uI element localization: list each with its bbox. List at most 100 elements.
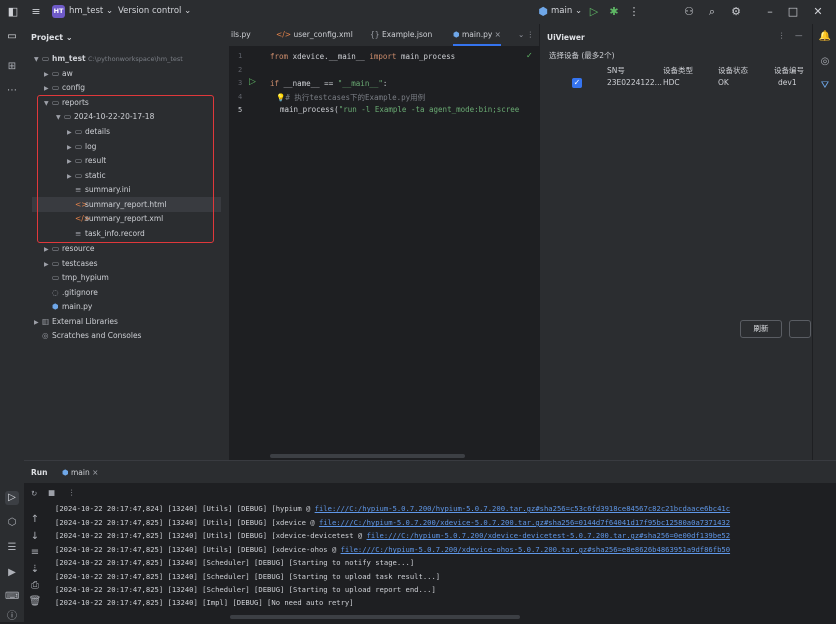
project-switcher[interactable]: hm_test ⌄ <box>69 6 113 16</box>
tab-example-json[interactable]: {} Example.json <box>370 24 432 46</box>
maximize-icon[interactable]: □ <box>786 5 800 19</box>
tree-item-external-libraries[interactable]: ▶ ▥ External Libraries <box>34 315 118 329</box>
tree-item-resource[interactable]: ▶ ▭ resource <box>44 242 94 256</box>
rerun-icon[interactable]: ↻ <box>31 489 37 498</box>
right-tool-strip: 🔔 ◎ ⛛ <box>812 24 836 460</box>
more-icon[interactable]: ⋮ <box>627 5 641 19</box>
add-user-icon[interactable]: ⚇ <box>682 5 696 19</box>
device-number: dev1 <box>778 78 797 87</box>
scroll-down-icon[interactable]: ↓ <box>28 530 42 544</box>
line-number: 4 <box>238 93 243 101</box>
project-folder-icon[interactable]: ▭ <box>5 30 19 44</box>
log-line-3: [2024-10-22 20:17:47,825] [13240] [Utils… <box>55 531 731 540</box>
device-type: HDC <box>663 78 680 87</box>
tree-item-main-py[interactable]: ⬢ main.py <box>52 300 92 314</box>
tab-utils-py[interactable]: ils.py <box>231 24 251 46</box>
tree-item-aw[interactable]: ▶ ▭ aw <box>44 67 73 81</box>
column-device-number: 设备编号 <box>774 66 804 75</box>
code-line-3: if __name__ == "__main__": <box>270 79 388 88</box>
run-icon[interactable]: ▷ <box>587 5 601 19</box>
uiviewer-options-icon[interactable]: ⋮ <box>778 31 786 40</box>
log-line-1: [2024-10-22 20:17:47,824] [13240] [Utils… <box>55 504 731 513</box>
tab-main-py[interactable]: ⬢ main.py × <box>453 24 501 46</box>
tab-close-icon[interactable]: × <box>495 30 501 39</box>
refresh-button[interactable]: 刷新 <box>740 320 782 338</box>
log-link[interactable]: file:///C:/hypium-5.0.7.200/xdevice-devi… <box>367 531 731 540</box>
log-line-8: [2024-10-22 20:17:47,825] [13240] [Impl]… <box>55 598 354 607</box>
ai-assistant-icon[interactable]: ◎ <box>818 55 832 69</box>
inspection-ok-icon: ✓ <box>526 51 533 60</box>
run-config-selector[interactable]: main ⌄ <box>551 6 582 16</box>
services-icon[interactable]: ▶ <box>5 566 19 580</box>
version-control-menu[interactable]: Version control ⌄ <box>118 6 191 16</box>
scroll-up-icon[interactable]: ↑ <box>28 513 42 527</box>
annotation-highlight-box <box>37 95 214 243</box>
search-icon[interactable]: ⌕ <box>705 5 719 19</box>
project-badge: HT <box>52 5 65 18</box>
tree-root-hm-test[interactable]: ▼ ▭ hm_test C:\pythonworkspace\hm_test <box>34 52 183 66</box>
run-more-icon[interactable]: ⋮ <box>68 488 76 497</box>
stop-icon[interactable]: ■ <box>48 488 55 497</box>
tree-item-config[interactable]: ▶ ▭ config <box>44 81 85 95</box>
scroll-to-end-icon[interactable]: ⇣ <box>28 563 42 577</box>
secondary-button[interactable] <box>789 320 811 338</box>
log-line-4: [2024-10-22 20:17:47,825] [13240] [Utils… <box>55 545 731 554</box>
structure-icon[interactable]: ⊞ <box>5 60 19 74</box>
select-device-label: 选择设备 (最多2个) <box>549 51 615 60</box>
more-tools-icon[interactable]: ⋯ <box>5 84 19 98</box>
run-gutter-icon[interactable]: ▷ <box>249 77 256 87</box>
lightbulb-icon[interactable]: 💡 <box>276 93 285 102</box>
layers-icon[interactable]: ☰ <box>5 541 19 555</box>
run-tab-title[interactable]: Run <box>31 468 47 477</box>
tab-user-config-xml[interactable]: </> user_config.xml <box>276 24 353 46</box>
uiviewer-panel <box>539 24 813 460</box>
log-link[interactable]: file:///C:/hypium-5.0.7.200/hypium-5.0.7… <box>315 504 730 513</box>
log-line-5: [2024-10-22 20:17:47,825] [13240] [Sched… <box>55 558 415 567</box>
column-device-type: 设备类型 <box>663 66 693 75</box>
minimize-icon[interactable]: – <box>763 5 777 19</box>
device-sn: 23E0224122... <box>607 78 662 87</box>
code-line-5: main_process("run -l Example -ta agent_m… <box>280 105 520 114</box>
terminal-icon[interactable]: ⌨ <box>5 590 19 604</box>
python-packages-icon[interactable]: ⬡ <box>5 516 19 530</box>
main-menu-icon[interactable]: ≡ <box>29 5 43 19</box>
log-horizontal-scrollbar[interactable] <box>230 615 520 619</box>
column-device-status: 设备状态 <box>718 66 748 75</box>
run-tool-icon[interactable]: ▷ <box>5 491 19 505</box>
tree-item-testcases[interactable]: ▶ ▭ testcases <box>44 257 98 271</box>
device-checkbox[interactable]: ✓ <box>572 78 582 88</box>
tree-item-tmp-hypium[interactable]: ▭ tmp_hypium <box>52 271 109 285</box>
log-line-7: [2024-10-22 20:17:47,825] [13240] [Sched… <box>55 585 436 594</box>
project-panel-title[interactable]: Project ⌄ <box>31 33 73 42</box>
log-line-6: [2024-10-22 20:17:47,825] [13240] [Sched… <box>55 572 441 581</box>
tabs-overflow-icon[interactable]: ⌄ ⋮ <box>518 24 534 46</box>
log-line-2: [2024-10-22 20:17:47,825] [13240] [Utils… <box>55 518 731 527</box>
editor-horizontal-scrollbar[interactable] <box>270 454 465 458</box>
log-link[interactable]: file:///C:/hypium-5.0.7.200/xdevice-ohos… <box>341 545 730 554</box>
line-number: 2 <box>238 66 243 74</box>
close-icon[interactable]: ✕ <box>811 5 825 19</box>
tree-item-gitignore[interactable]: ◌ .gitignore <box>52 286 98 300</box>
tree-item-scratches[interactable]: ◎ Scratches and Consoles <box>42 329 141 343</box>
notifications-icon[interactable]: 🔔 <box>818 30 832 44</box>
title-bar: ◧ ≡ HT hm_test ⌄ Version control ⌄ ⬢ mai… <box>0 0 836 25</box>
run-panel-header: Run ⬢ main × <box>24 461 836 483</box>
soft-wrap-icon[interactable]: ≡ <box>28 546 42 560</box>
settings-gear-icon[interactable]: ⚙ <box>729 5 743 19</box>
print-icon[interactable]: ⎙ <box>28 579 42 593</box>
line-number: 5 <box>238 106 243 114</box>
uiviewer-tool-icon[interactable]: ⛛ <box>818 79 832 93</box>
log-link[interactable]: file:///C:/hypium-5.0.7.200/xdevice-5.0.… <box>319 518 730 527</box>
python-icon: ⬢ <box>538 5 548 18</box>
editor-tabs: ils.py </> user_config.xml {} Example.js… <box>229 24 539 47</box>
uiviewer-hide-icon[interactable]: — <box>795 31 803 40</box>
clear-icon[interactable]: 🗑 <box>28 595 42 609</box>
debug-icon[interactable]: ✱ <box>607 5 621 19</box>
device-status: OK <box>718 78 729 87</box>
left-tool-strip: ▭ ⊞ ⋯ <box>0 24 25 622</box>
run-config-tab[interactable]: ⬢ main × <box>62 468 98 477</box>
code-line-1: from xdevice.__main__ import main_proces… <box>270 52 456 61</box>
app-logo-icon: ◧ <box>7 5 19 18</box>
uiviewer-title: UiViewer <box>547 33 585 42</box>
run-tab-close-icon[interactable]: × <box>92 468 98 477</box>
